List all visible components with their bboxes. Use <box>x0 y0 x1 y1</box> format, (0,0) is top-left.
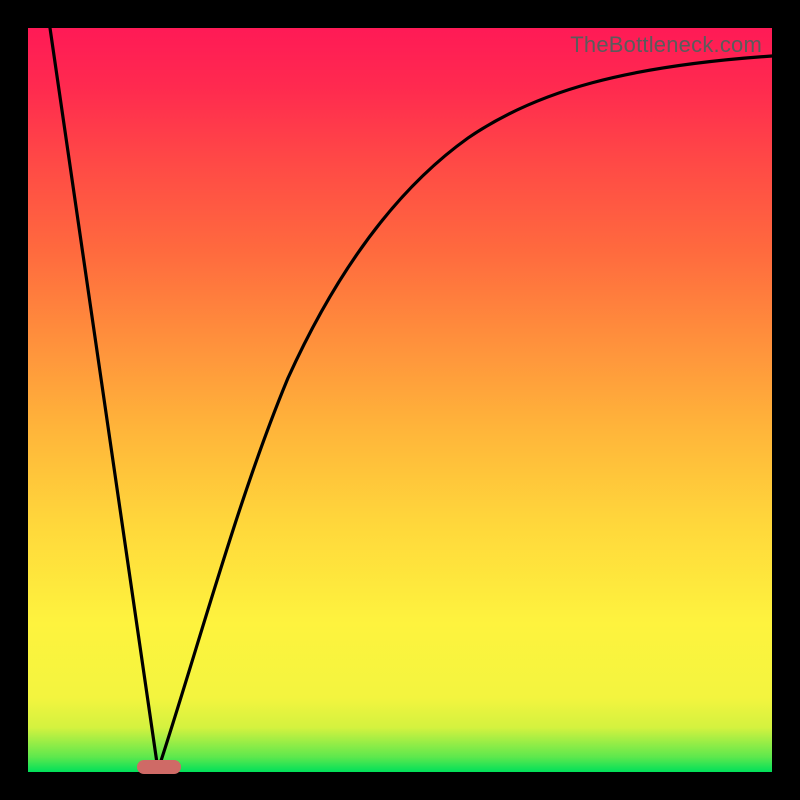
bottleneck-curve <box>28 28 772 772</box>
curve-left-branch <box>50 28 158 770</box>
plot-area: TheBottleneck.com <box>28 28 772 772</box>
curve-right-branch <box>158 56 772 770</box>
minimum-marker <box>137 760 181 774</box>
chart-frame: TheBottleneck.com <box>0 0 800 800</box>
